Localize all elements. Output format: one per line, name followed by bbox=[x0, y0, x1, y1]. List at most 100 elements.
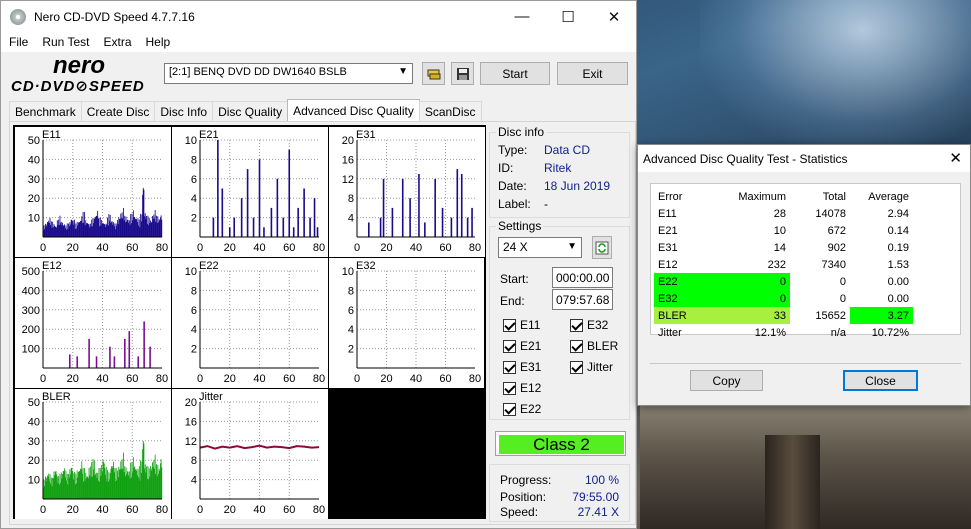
tab-disc-quality[interactable]: Disc Quality bbox=[212, 101, 289, 122]
bar bbox=[303, 188, 305, 237]
menu-file[interactable]: File bbox=[1, 35, 34, 49]
y-tick-label: 50 bbox=[28, 397, 40, 409]
check-icon bbox=[503, 381, 516, 395]
statistics-title-bar[interactable]: Advanced Disc Quality Test - Statistics … bbox=[638, 145, 970, 172]
y-tick-label: 40 bbox=[28, 154, 40, 166]
drive-select[interactable]: [2:1] BENQ DVD DD DW1640 BSLB ▼ bbox=[164, 63, 413, 84]
type-label: Type: bbox=[498, 143, 528, 157]
y-tick-label: 200 bbox=[22, 324, 40, 336]
exit-button[interactable]: Exit bbox=[557, 62, 628, 85]
type-value: Data CD bbox=[544, 143, 591, 157]
checkbox-e22[interactable]: E22 bbox=[503, 402, 541, 416]
disc-info-title: Disc info bbox=[496, 125, 547, 139]
y-tick-label: 2 bbox=[191, 213, 197, 225]
y-tick-label: 16 bbox=[185, 416, 197, 428]
y-tick-label: 4 bbox=[191, 193, 197, 205]
bar bbox=[379, 217, 382, 237]
y-tick-label: 6 bbox=[191, 305, 197, 317]
bar bbox=[240, 198, 243, 237]
bar bbox=[143, 321, 145, 368]
checkbox-e12[interactable]: E12 bbox=[503, 381, 541, 395]
end-time-label: End: bbox=[500, 294, 525, 308]
tab-create-disc[interactable]: Create Disc bbox=[80, 101, 156, 122]
cell-average: 1.53 bbox=[887, 258, 909, 271]
save-button[interactable] bbox=[451, 62, 474, 85]
checkbox-e32[interactable]: E32 bbox=[570, 318, 608, 332]
drive-select-value: [2:1] BENQ DVD DD DW1640 BSLB bbox=[169, 66, 347, 78]
graph-title: E21 bbox=[199, 129, 219, 141]
y-tick-label: 300 bbox=[22, 305, 40, 317]
x-tick-label: 40 bbox=[96, 242, 108, 254]
class-value: Class 2 bbox=[499, 435, 624, 454]
minimize-button[interactable]: — bbox=[499, 1, 545, 32]
check-icon bbox=[503, 318, 516, 332]
y-tick-label: 4 bbox=[348, 213, 354, 225]
cell-maximum: 28 bbox=[773, 207, 786, 220]
disc-app-icon bbox=[10, 8, 26, 25]
start-button[interactable]: Start bbox=[480, 62, 550, 85]
bar bbox=[391, 207, 394, 237]
bar bbox=[221, 188, 224, 237]
drive-info-button[interactable] bbox=[422, 62, 445, 85]
tab-scandisc[interactable]: ScanDisc bbox=[418, 101, 482, 122]
x-tick-label: 40 bbox=[96, 373, 108, 385]
speed-value: 27.41 X bbox=[577, 505, 619, 519]
tab-disc-info[interactable]: Disc Info bbox=[154, 101, 214, 122]
check-icon bbox=[570, 339, 583, 353]
copy-button[interactable]: Copy bbox=[690, 370, 763, 391]
statistics-dialog: Advanced Disc Quality Test - Statistics … bbox=[637, 144, 971, 406]
y-tick-label: 50 bbox=[28, 135, 40, 147]
cell-total: 0 bbox=[839, 292, 846, 305]
graph-e12-svg: E12 100 200 300 400 500 0 20 40 60 80 bbox=[22, 260, 168, 385]
checkbox-bler[interactable]: BLER bbox=[570, 339, 618, 353]
menu-run-test[interactable]: Run Test bbox=[34, 35, 95, 49]
bar bbox=[109, 346, 111, 368]
y-tick-label: 16 bbox=[342, 154, 354, 166]
checkbox-e32-label: E32 bbox=[587, 318, 609, 332]
bar bbox=[471, 207, 473, 237]
checkbox-e11[interactable]: E11 bbox=[503, 318, 540, 332]
logo-cd-dvd-speed-text: CD·DVD⊘SPEED bbox=[11, 78, 145, 95]
speed-select[interactable]: 24 X ▼ bbox=[498, 237, 582, 258]
label-value: - bbox=[544, 197, 548, 211]
y-tick-label: 6 bbox=[348, 305, 354, 317]
floppy-save-icon bbox=[456, 67, 469, 80]
bar bbox=[228, 227, 231, 237]
settings-group: Settings 24 X ▼ Start: 000:00.00 End: 07… bbox=[489, 219, 630, 420]
nero-logo: nero CD·DVD⊘SPEED bbox=[7, 52, 155, 97]
checkbox-e21[interactable]: E21 bbox=[503, 339, 541, 353]
maximize-button[interactable]: ☐ bbox=[545, 1, 591, 32]
y-tick-label: 400 bbox=[22, 285, 40, 297]
x-tick-label: 40 bbox=[410, 373, 422, 385]
bar bbox=[161, 219, 163, 237]
label-label: Label: bbox=[498, 197, 531, 211]
dialog-close-icon[interactable]: ✕ bbox=[949, 149, 962, 167]
table-row: Jitter 12.1% n/a 10.72% bbox=[654, 324, 913, 341]
menu-help[interactable]: Help bbox=[138, 35, 177, 49]
x-tick-label: 80 bbox=[469, 373, 481, 385]
checkbox-e21-label: E21 bbox=[520, 339, 542, 353]
date-label: Date: bbox=[498, 179, 527, 193]
refresh-speed-button[interactable] bbox=[592, 236, 612, 259]
bar bbox=[297, 207, 299, 237]
graph-e31-svg: E31 4 8 12 16 20 0 20 40 60 80 bbox=[342, 129, 481, 254]
menu-extra[interactable]: Extra bbox=[95, 35, 137, 49]
chevron-down-icon: ▼ bbox=[567, 241, 577, 252]
checkbox-jitter[interactable]: Jitter bbox=[570, 360, 613, 374]
end-time-field[interactable]: 079:57.68 bbox=[552, 289, 613, 310]
close-button[interactable]: ✕ bbox=[591, 1, 637, 32]
close-dialog-button[interactable]: Close bbox=[843, 370, 918, 391]
tab-advanced-disc-quality[interactable]: Advanced Disc Quality bbox=[287, 99, 420, 122]
bar bbox=[161, 467, 163, 499]
checkbox-e31[interactable]: E31 bbox=[503, 360, 541, 374]
bar bbox=[401, 178, 404, 237]
start-time-field[interactable]: 000:00.00 bbox=[552, 267, 613, 288]
checkbox-e11-label: E11 bbox=[520, 318, 541, 332]
cell-average: 0.14 bbox=[887, 224, 909, 237]
tab-benchmark[interactable]: Benchmark bbox=[9, 101, 82, 122]
title-bar[interactable]: Nero CD-DVD Speed 4.7.7.16 — ☐ ✕ bbox=[1, 1, 636, 32]
x-tick-label: 60 bbox=[126, 242, 138, 254]
y-tick-label: 10 bbox=[28, 475, 40, 487]
cell-error: Jitter bbox=[658, 326, 682, 339]
graph-e21: E21 2 4 6 8 10 0 20 40 60 80 bbox=[172, 127, 328, 257]
